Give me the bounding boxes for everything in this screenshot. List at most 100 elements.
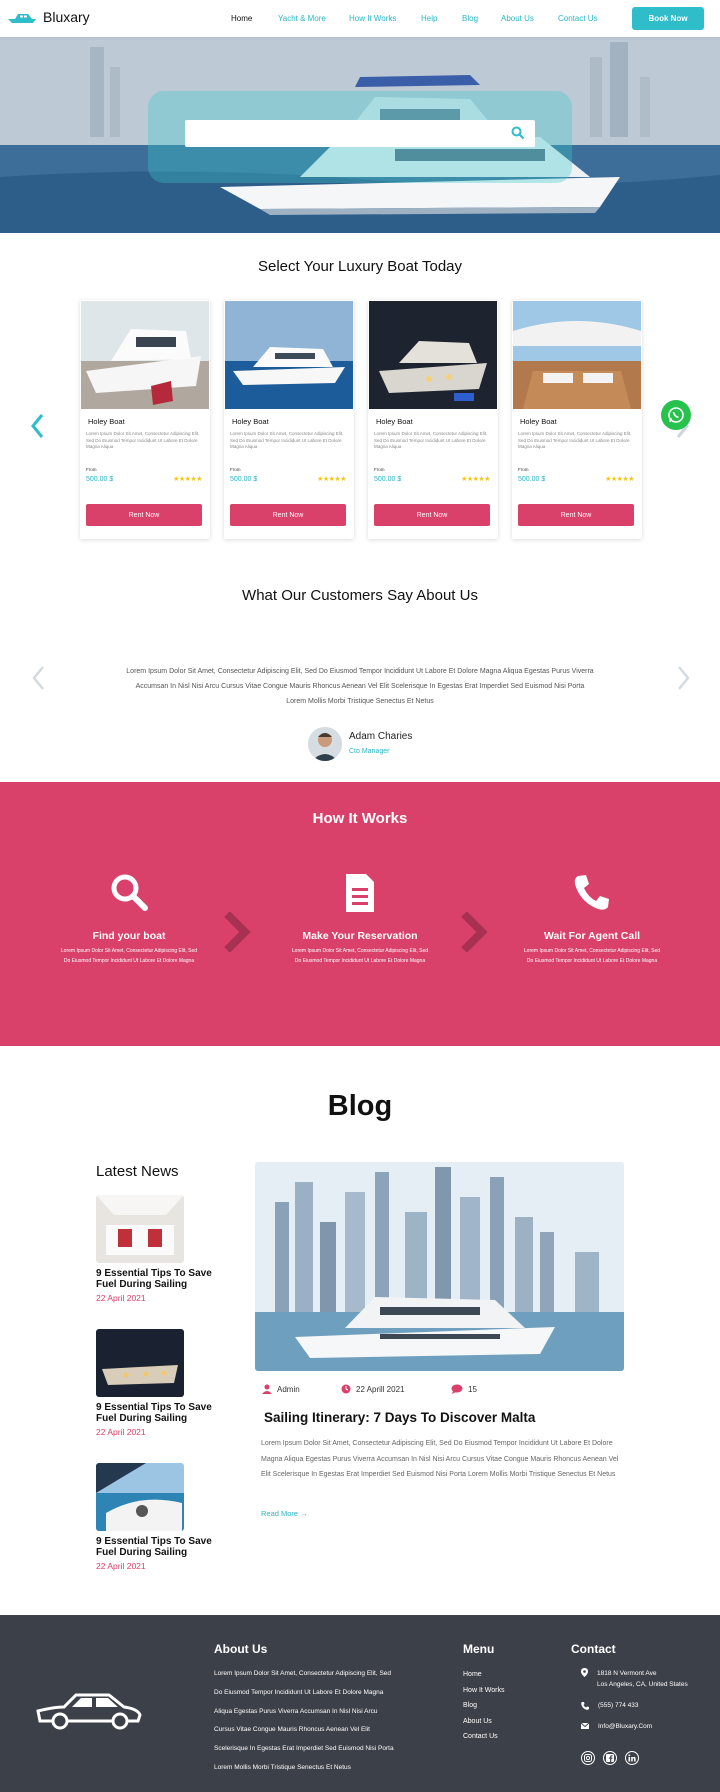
boat-image[interactable] — [225, 301, 353, 409]
boat-image[interactable] — [81, 301, 209, 409]
news-date: 22 April 2021 — [96, 1293, 146, 1303]
search-icon[interactable] — [511, 126, 525, 140]
step-arrow-icon — [224, 912, 251, 952]
phone-number: (555) 774 433 — [598, 1702, 639, 1709]
footer-menu: Home How It Works Blog About Us Contact … — [463, 1667, 505, 1745]
boat-name: Holey Boat — [88, 417, 125, 426]
email-address: Info@Bluxary.Com — [598, 1723, 653, 1730]
avatar — [308, 727, 342, 761]
post-comment-count: 15 — [468, 1384, 477, 1394]
boat-name: Holey Boat — [376, 417, 413, 426]
news-title[interactable]: 9 Essential Tips To Save Fuel During Sai… — [96, 1536, 226, 1558]
news-title[interactable]: 9 Essential Tips To Save Fuel During Sai… — [96, 1402, 226, 1424]
brand-name: Bluxary — [43, 9, 90, 25]
search-icon — [59, 872, 199, 918]
boat-description: Lorem Ipsum Dolor Sit Amet, Consectetur … — [374, 431, 488, 449]
rent-now-button[interactable]: Rent Now — [86, 504, 202, 526]
boat-price: 500.00 $ — [518, 476, 546, 483]
footer-about-line: Lorem Mollis Morbi Tristique Senectus Et… — [214, 1763, 351, 1771]
how-it-works-title: How It Works — [312, 810, 408, 827]
testimonial-role: Cto Manager — [349, 748, 390, 755]
step-description: Lorem Ipsum Dolor Sit Amet, Consectetur … — [60, 948, 198, 964]
rent-now-button[interactable]: Rent Now — [374, 504, 490, 526]
news-image[interactable] — [96, 1195, 184, 1263]
boat-name: Holey Boat — [520, 417, 557, 426]
footer-menu-contact-us[interactable]: Contact Us — [463, 1729, 505, 1745]
nav-how-it-works[interactable]: How It Works — [349, 14, 396, 23]
boat-card: Holey Boat Lorem Ipsum Dolor Sit Amet, C… — [512, 300, 642, 539]
footer-email[interactable]: Info@Bluxary.Com — [581, 1723, 652, 1730]
boat-name: Holey Boat — [232, 417, 269, 426]
nav-yacht-more[interactable]: Yacht & More — [278, 14, 326, 23]
site-footer: About Us Lorem Ipsum Dolor Sit Amet, Con… — [0, 1615, 720, 1792]
star-rating-icon: ★★★★★ — [173, 476, 202, 483]
nav-blog[interactable]: Blog — [462, 14, 478, 23]
location-pin-icon — [581, 1668, 588, 1677]
testimonial-next-icon[interactable] — [677, 665, 691, 695]
news-title[interactable]: 9 Essential Tips To Save Fuel During Sai… — [96, 1268, 226, 1290]
step-title: Make Your Reservation — [302, 930, 418, 942]
price-from-label: From — [374, 467, 385, 472]
footer-about-title: About Us — [214, 1642, 268, 1656]
footer-phone[interactable]: (555) 774 433 — [581, 1702, 638, 1710]
latest-news-title: Latest News — [96, 1163, 179, 1180]
featured-post-image[interactable] — [255, 1162, 624, 1371]
footer-menu-about-us[interactable]: About Us — [463, 1714, 505, 1730]
news-item[interactable]: 9 Essential Tips To Save Fuel During Sai… — [96, 1329, 226, 1437]
post-author-name: Admin — [277, 1384, 300, 1394]
address-line-1: 1818 N Vermont Ave — [597, 1670, 657, 1677]
clock-icon — [341, 1384, 351, 1394]
instagram-icon[interactable] — [581, 1751, 595, 1765]
footer-menu-title: Menu — [463, 1642, 495, 1656]
search-input[interactable] — [185, 120, 535, 147]
star-rating-icon: ★★★★★ — [317, 476, 346, 483]
testimonial-prev-icon[interactable] — [31, 665, 45, 695]
news-item[interactable]: 9 Essential Tips To Save Fuel During Sai… — [96, 1463, 226, 1571]
brand-logo[interactable]: Bluxary — [6, 9, 90, 25]
site-header: Bluxary Home Yacht & More How It Works H… — [0, 0, 720, 37]
post-excerpt: Lorem Ipsum Dolor Sit Amet, Consectetur … — [261, 1440, 619, 1478]
post-date-text: 22 Aprill 2021 — [356, 1384, 405, 1394]
whatsapp-icon — [668, 407, 684, 423]
boat-price: 500.00 $ — [86, 476, 114, 483]
nav-help[interactable]: Help — [421, 14, 437, 23]
footer-address: 1818 N Vermont Ave Los Angeles, CA, Unit… — [581, 1668, 688, 1690]
boat-image[interactable] — [513, 301, 641, 409]
carousel-prev-icon[interactable] — [30, 413, 44, 443]
boat-card: Holey Boat Lorem Ipsum Dolor Sit Amet, C… — [80, 300, 210, 539]
comment-icon — [451, 1384, 463, 1394]
footer-about-line: Scelerisque In Egestas Erat Imperdiet Se… — [214, 1745, 394, 1753]
step-description: Lorem Ipsum Dolor Sit Amet, Consectetur … — [291, 948, 429, 964]
post-date: 22 Aprill 2021 — [341, 1384, 404, 1394]
footer-menu-blog[interactable]: Blog — [463, 1698, 505, 1714]
step-title: Wait For Agent Call — [543, 930, 641, 942]
price-from-label: From — [230, 467, 241, 472]
boat-description: Lorem Ipsum Dolor Sit Amet, Consectetur … — [518, 431, 632, 449]
post-title[interactable]: Sailing Itinerary: 7 Days To Discover Ma… — [264, 1410, 535, 1425]
news-image[interactable] — [96, 1329, 184, 1397]
document-icon — [290, 872, 430, 918]
book-now-button[interactable]: Book Now — [632, 7, 704, 30]
boat-description: Lorem Ipsum Dolor Sit Amet, Consectetur … — [230, 431, 344, 449]
rent-now-button[interactable]: Rent Now — [230, 504, 346, 526]
whatsapp-button[interactable] — [661, 400, 691, 430]
footer-menu-how-it-works[interactable]: How It Works — [463, 1683, 505, 1699]
rent-now-button[interactable]: Rent Now — [518, 504, 634, 526]
read-more-link[interactable]: Read More → — [261, 1509, 308, 1518]
boat-image[interactable] — [369, 301, 497, 409]
star-rating-icon: ★★★★★ — [605, 476, 634, 483]
news-item[interactable]: 9 Essential Tips To Save Fuel During Sai… — [96, 1195, 226, 1303]
nav-contact-us[interactable]: Contact Us — [558, 14, 598, 23]
boat-card: Holey Boat Lorem Ipsum Dolor Sit Amet, C… — [368, 300, 498, 539]
linkedin-icon[interactable] — [625, 1751, 639, 1765]
nav-about-us[interactable]: About Us — [501, 14, 534, 23]
footer-about-line: Cursus Vitae Congue Mauris Rhoncus Aenea… — [214, 1726, 370, 1734]
facebook-icon[interactable] — [603, 1751, 617, 1765]
news-image[interactable] — [96, 1463, 184, 1531]
footer-menu-home[interactable]: Home — [463, 1667, 505, 1683]
step-make-reservation: Make Your Reservation Lorem Ipsum Dolor … — [290, 872, 430, 966]
testimonial-author: Adam Charies — [349, 731, 413, 742]
post-comments: 15 — [451, 1384, 477, 1394]
boat-description: Lorem Ipsum Dolor Sit Amet, Consectetur … — [86, 431, 200, 449]
nav-home[interactable]: Home — [231, 14, 252, 23]
